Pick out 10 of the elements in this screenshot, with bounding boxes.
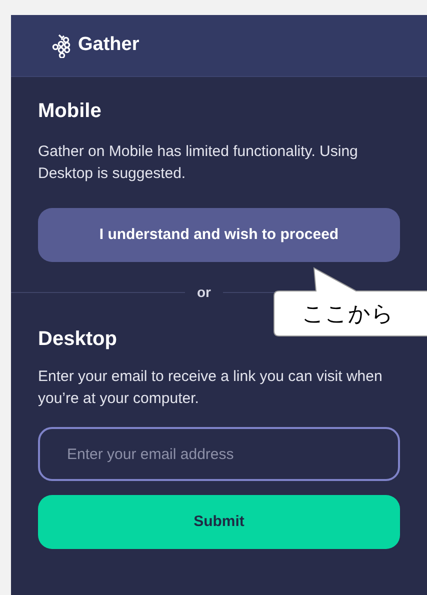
callout-text: ここから [302, 301, 394, 327]
section-description: Enter your email to receive a link you can visit when you’re at your computer. [38, 367, 384, 409]
section-description: Gather on Mobile has limited functionality. Using Desktop is suggested. [38, 142, 359, 184]
email-field[interactable]: Enter your email address [38, 427, 400, 481]
proceed-button[interactable]: I understand and wish to proceed [38, 208, 400, 262]
section-title: Mobile [38, 99, 102, 124]
submit-button[interactable]: Submit [38, 495, 400, 549]
logo-text: Gather [78, 33, 140, 58]
divider-label: or [197, 283, 211, 302]
section-title: Desktop [38, 327, 118, 352]
